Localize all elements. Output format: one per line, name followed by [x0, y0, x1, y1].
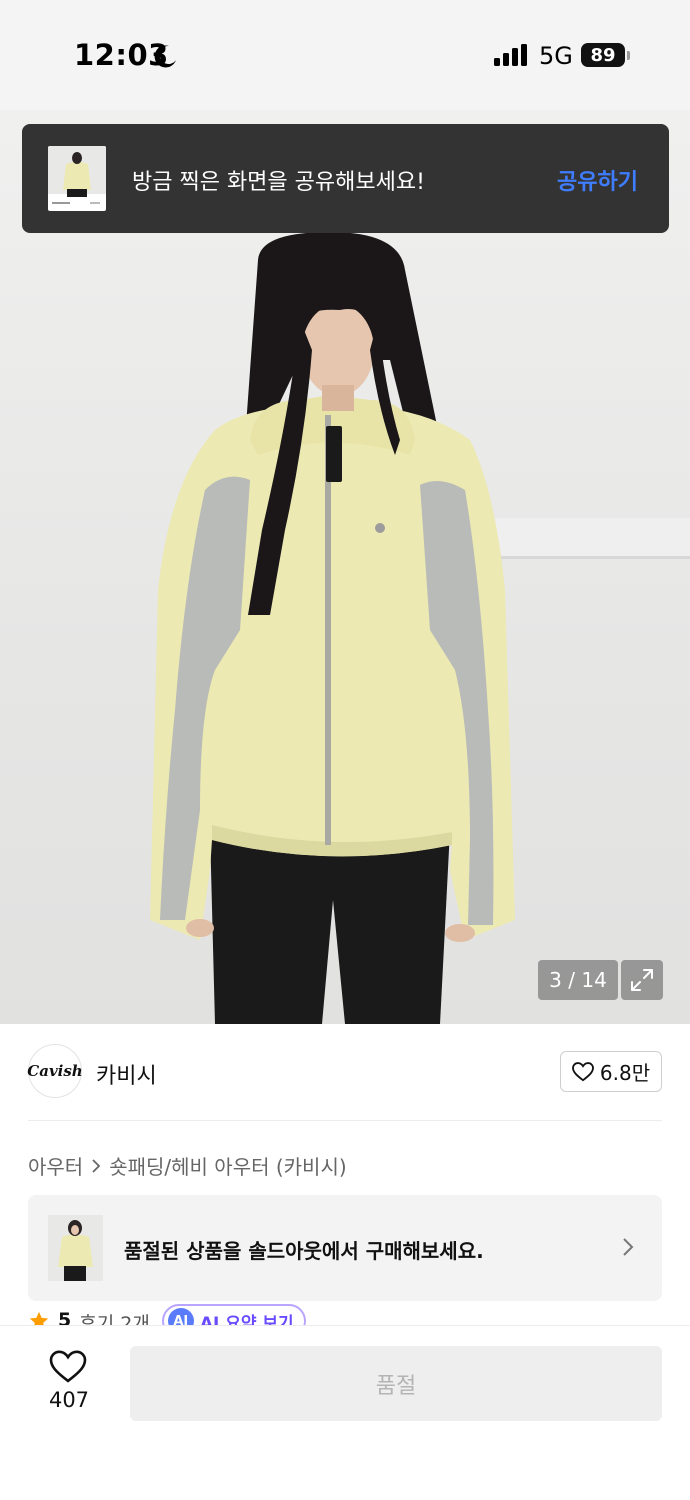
breadcrumb-category[interactable]: 아우터: [28, 1151, 83, 1180]
divider: [28, 1120, 662, 1121]
wish-button[interactable]: 407: [34, 1348, 104, 1418]
brand-name[interactable]: 카비시: [96, 1058, 157, 1090]
expand-icon: [631, 969, 653, 991]
image-counter: 3 / 14: [538, 960, 618, 1000]
soldout-thumbnail: [48, 1215, 103, 1281]
network-label: 5G: [539, 42, 573, 70]
thumbnail-image: [48, 146, 106, 204]
screenshot-thumbnail[interactable]: [48, 146, 106, 211]
expand-button[interactable]: [621, 960, 663, 1000]
breadcrumb: 아우터 숏패딩/헤비 아우터 (카비시): [28, 1151, 347, 1180]
status-bar: 12:03 5G 89: [0, 0, 690, 110]
brand-logo[interactable]: Cavish: [27, 1044, 83, 1098]
soldout-message: 품절된 상품을 솔드아웃에서 구매해보세요.: [124, 1239, 484, 1263]
wish-count: 407: [48, 1388, 90, 1412]
brand-like-count: 6.8만: [599, 1061, 651, 1085]
screenshot-share-toast: 방금 찍은 화면을 공유해보세요! 공유하기: [22, 124, 669, 233]
sold-out-button[interactable]: 품절: [130, 1346, 662, 1421]
brand-row: Cavish 카비시 6.8만: [0, 1024, 690, 1120]
product-image-gallery[interactable]: 3 / 14: [0, 110, 690, 1024]
toast-message: 방금 찍은 화면을 공유해보세요!: [132, 170, 425, 195]
bottom-action-bar: 407 품절: [0, 1325, 690, 1500]
battery-cap: [627, 51, 630, 60]
brand-like-button[interactable]: 6.8만: [560, 1051, 662, 1092]
share-button[interactable]: 공유하기: [557, 164, 638, 196]
breadcrumb-subcategory[interactable]: 숏패딩/헤비 아우터 (카비시): [109, 1151, 346, 1180]
cellular-signal-icon: [494, 44, 527, 66]
moon-icon: [154, 45, 176, 68]
soldout-thumbnail-image: [48, 1215, 103, 1281]
chevron-right-icon: [92, 1158, 101, 1173]
product-photo: [150, 232, 690, 1024]
heart-icon: [49, 1350, 87, 1383]
chevron-right-icon: [623, 1238, 634, 1256]
heart-icon: [571, 1061, 594, 1081]
soldout-banner[interactable]: 품절된 상품을 솔드아웃에서 구매해보세요.: [28, 1195, 662, 1301]
battery-indicator: 89: [581, 43, 625, 67]
